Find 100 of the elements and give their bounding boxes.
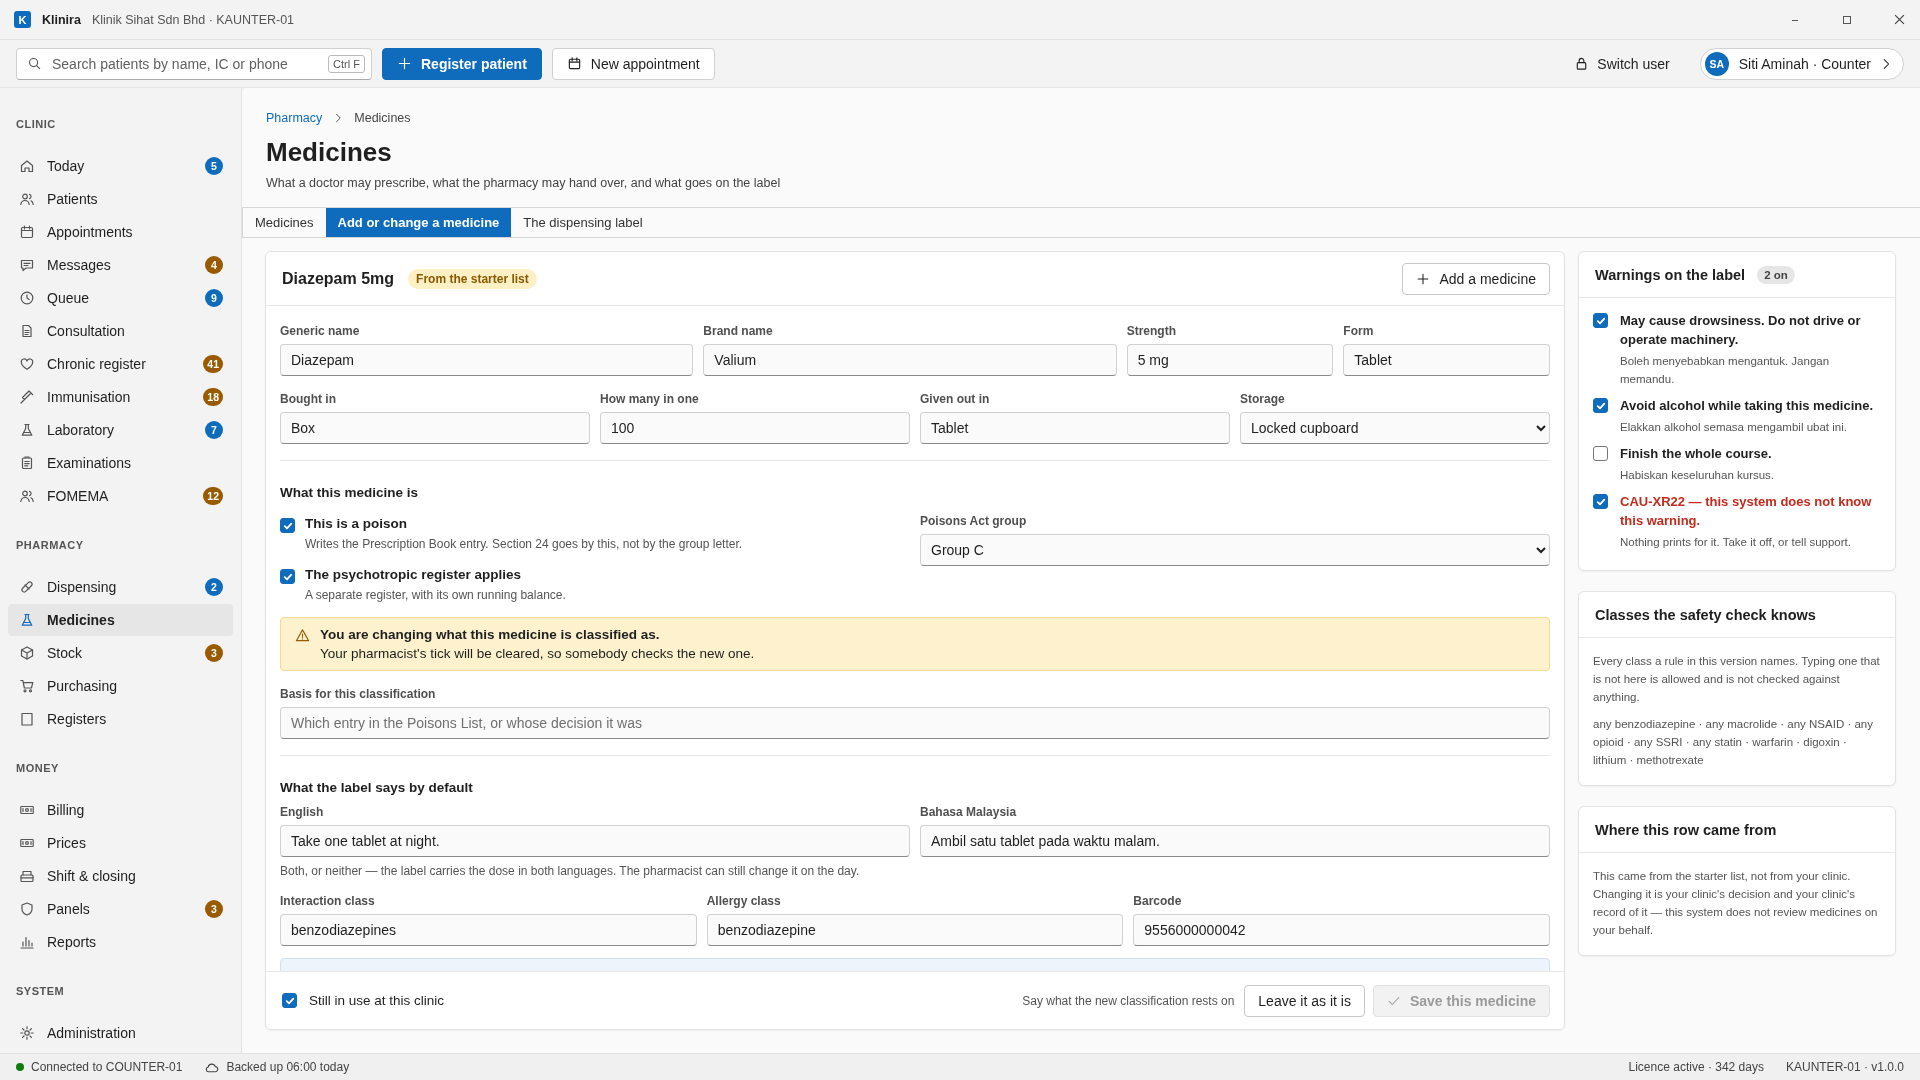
pill-icon	[19, 579, 35, 595]
search-icon	[27, 56, 42, 71]
field-label: Brand name	[703, 324, 774, 338]
sidebar-item[interactable]: FOMEMA 12	[8, 480, 233, 512]
version-label: KAUNTER-01 · v1.0.0	[1785, 1060, 1904, 1074]
field-label: Storage	[1240, 392, 1286, 406]
sidebar-item[interactable]: Queue 9	[8, 282, 233, 314]
checkbox[interactable]	[280, 569, 295, 584]
sidebar-item[interactable]: Examinations	[8, 447, 233, 479]
sidebar-section-title: SYSTEM	[15, 985, 66, 998]
medicine-title: Diazepam 5mg	[282, 269, 395, 288]
warning-text: Finish the whole course.	[1620, 445, 1773, 463]
field-label: Allergy class	[706, 894, 782, 908]
section-heading: What this medicine is	[280, 485, 420, 500]
sidebar-item[interactable]: Chronic register 41	[8, 348, 233, 380]
tab[interactable]: Add or change a medicine	[325, 208, 512, 237]
sidebar-item[interactable]: Panels 3	[8, 893, 233, 925]
input-field[interactable]: benzodiazepine	[706, 914, 1124, 946]
close-icon[interactable]	[1894, 14, 1905, 25]
count-badge: 4	[205, 256, 223, 274]
sidebar-item[interactable]: Purchasing	[8, 670, 233, 702]
tab[interactable]: The dispensing label	[511, 208, 655, 237]
checkbox-label: The psychotropic register applies	[305, 567, 523, 582]
input-field[interactable]: benzodiazepines	[280, 914, 697, 946]
speech-bubble-icon	[19, 257, 35, 273]
leave-button[interactable]: Leave it as it is	[1244, 984, 1365, 1017]
sidebar-item[interactable]: Shift & closing	[8, 860, 233, 892]
breadcrumb-link[interactable]: Pharmacy	[266, 111, 323, 125]
input-field[interactable]: 5 mg	[1126, 344, 1334, 376]
sidebar-item[interactable]: Laboratory 7	[8, 414, 233, 446]
field-label: Bought in	[280, 392, 337, 406]
save-hint: Say what the new classification rests on	[1022, 993, 1235, 1008]
add-medicine-button[interactable]: Add a medicine	[1402, 262, 1550, 295]
sidebar-item[interactable]: Patients	[8, 183, 233, 215]
checkbox[interactable]	[282, 993, 297, 1008]
input-field[interactable]: 100	[600, 412, 910, 444]
maximize-icon[interactable]	[1842, 14, 1852, 25]
bar-chart-icon	[19, 934, 35, 950]
count-badge: 3	[205, 900, 223, 918]
sidebar-item[interactable]: Administration	[8, 1017, 233, 1049]
sidebar-item[interactable]: Medicines	[8, 604, 233, 636]
sidebar-item[interactable]: Billing	[8, 794, 233, 826]
dropdown[interactable]: Locked cupboard	[1240, 412, 1550, 444]
dropdown[interactable]: Group C	[920, 534, 1550, 566]
input-field[interactable]: Tablet	[1343, 344, 1550, 376]
input-field[interactable]: Diazepam	[280, 344, 694, 376]
banner-text: Your pharmacist's tick will be cleared, so somebody checks the new one.	[320, 646, 755, 661]
checkbox[interactable]	[1593, 313, 1608, 328]
checkbox-label: This is a poison	[305, 516, 408, 531]
sidebar-item[interactable]: Consultation	[8, 315, 233, 347]
backup-status: Backed up 06:00 today	[226, 1060, 350, 1074]
search-input[interactable]: Search patients by name, IC or phone	[50, 54, 321, 73]
user-menu[interactable]: SA Siti Aminah · Counter	[1699, 47, 1904, 80]
checkbox[interactable]	[1593, 494, 1608, 509]
input-field[interactable]: Ambil satu tablet pada waktu malam.	[920, 825, 1550, 857]
page-title: Medicines	[266, 137, 393, 168]
window-subtitle: Klinik Sihat Sdn Bhd · KAUNTER-01	[91, 12, 295, 27]
input-field[interactable]: Tablet	[920, 412, 1230, 444]
input-field[interactable]: Take one tablet at night.	[280, 825, 910, 857]
app-name: Klinira	[42, 12, 81, 27]
count-badge: 18	[203, 388, 223, 406]
checkbox[interactable]	[1593, 398, 1608, 413]
sidebar-item[interactable]: Messages 4	[8, 249, 233, 281]
switch-user-button[interactable]: Switch user	[1568, 54, 1676, 73]
input-field[interactable]: Which entry in the Poisons List, or whose decision it was	[280, 707, 1550, 739]
warning-text: CAU-XR22 — this system does not know this warning.	[1620, 493, 1873, 530]
sidebar-item[interactable]: Immunisation 18	[8, 381, 233, 413]
source-tag: From the starter list	[408, 268, 537, 289]
flask-icon	[19, 422, 35, 438]
input-field[interactable]: Box	[280, 412, 590, 444]
field-label: How many in one	[600, 392, 700, 406]
panel-title: Where this row came from	[1595, 821, 1777, 838]
panel-title: Classes the safety check knows	[1595, 606, 1816, 623]
sidebar-item[interactable]: Appointments	[8, 216, 233, 248]
tab[interactable]: Medicines	[243, 208, 326, 237]
clock-icon	[19, 290, 35, 306]
field-label: Interaction class	[280, 894, 376, 908]
count-badge: 12	[203, 487, 223, 505]
people-icon	[19, 488, 35, 504]
warning-text: Avoid alcohol while taking this medicine.	[1620, 397, 1874, 415]
sidebar-section-title: MONEY	[15, 762, 60, 775]
field-label: Poisons Act group	[920, 514, 1028, 528]
count-badge: 2	[205, 578, 223, 596]
input-field[interactable]: Valium	[703, 344, 1117, 376]
sidebar-item[interactable]: Reports	[8, 926, 233, 958]
search-field[interactable]: Search patients by name, IC or phone Ctrl F	[16, 47, 372, 80]
field-label: Generic name	[280, 324, 361, 338]
checkbox[interactable]	[1593, 446, 1608, 461]
input-field[interactable]: 9556000000042	[1133, 914, 1550, 946]
warning-translation: Elakkan alkohol semasa mengambil ubat ini.	[1620, 420, 1848, 435]
sidebar-item[interactable]: Today 5	[8, 150, 233, 182]
heart-icon	[19, 356, 35, 372]
register-patient-button[interactable]: Register patient	[382, 47, 542, 80]
checkbox[interactable]	[280, 518, 295, 533]
sidebar-item[interactable]: Dispensing 2	[8, 571, 233, 603]
new-appointment-button[interactable]: New appointment	[551, 47, 715, 80]
sidebar-item[interactable]: Prices	[8, 827, 233, 859]
count-badge: 9	[205, 289, 223, 307]
sidebar-item[interactable]: Stock 3	[8, 637, 233, 669]
sidebar-item[interactable]: Registers	[8, 703, 233, 735]
